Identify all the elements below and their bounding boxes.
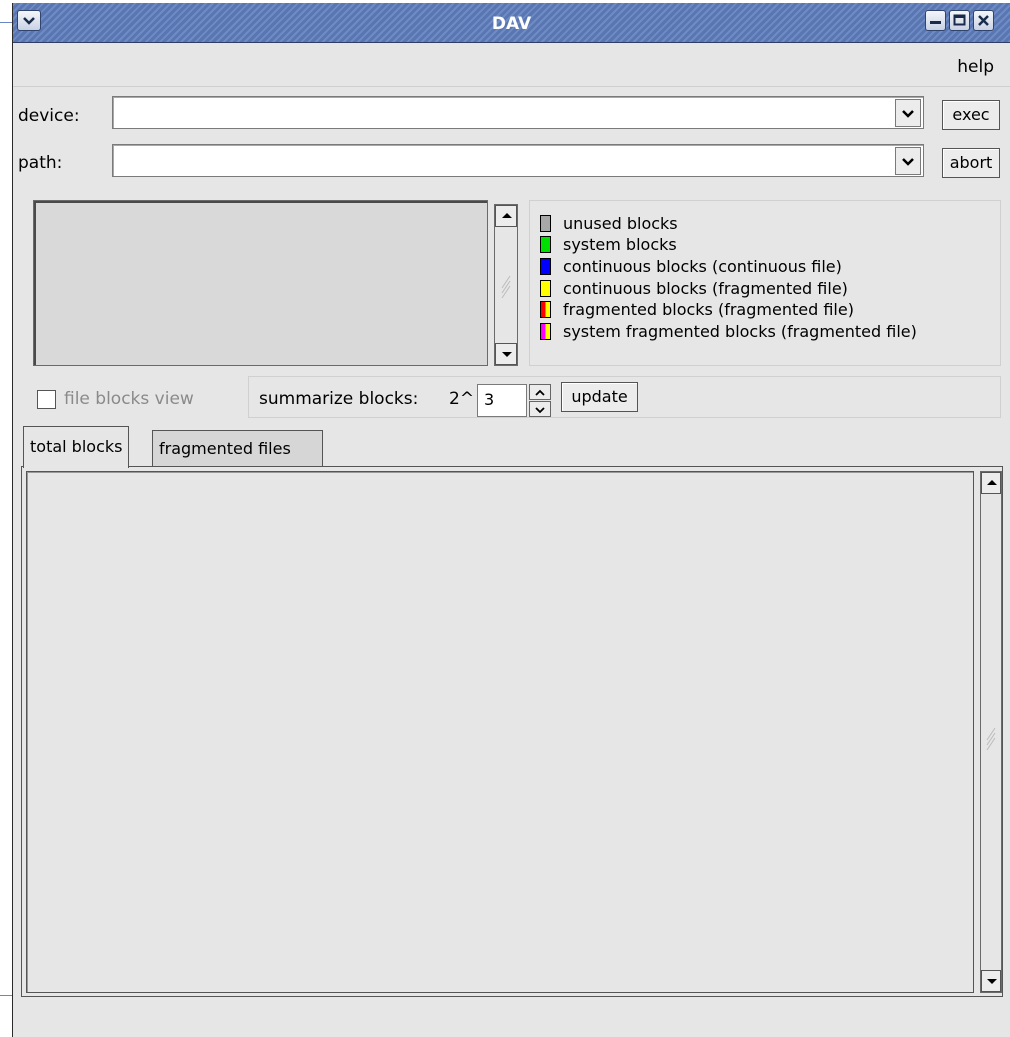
- minimize-button[interactable]: [925, 10, 946, 31]
- legend-label: unused blocks: [563, 214, 678, 233]
- desktop-line: [0, 22, 12, 23]
- scroll-grip-icon: [986, 727, 996, 751]
- legend-label: system fragmented blocks (fragmented fil…: [563, 322, 917, 341]
- file-blocks-view-checkbox[interactable]: [37, 390, 56, 409]
- device-dropdown-button[interactable]: [895, 99, 921, 127]
- legend-label: system blocks: [563, 235, 677, 254]
- device-label: device:: [18, 106, 80, 126]
- legend-item: continuous blocks (continuous file): [540, 257, 842, 278]
- scroll-up-button[interactable]: [981, 472, 1001, 494]
- arrow-down-icon: [535, 407, 545, 414]
- file-blocks-view-label[interactable]: file blocks view: [64, 389, 194, 409]
- spin-down-button[interactable]: [529, 401, 551, 417]
- file-list[interactable]: [33, 200, 488, 366]
- maximize-icon: [953, 14, 966, 26]
- title-bar[interactable]: DAV: [13, 3, 1010, 43]
- path-dropdown-button[interactable]: [895, 147, 921, 175]
- legend: unused blocks system blocks continuous b…: [529, 200, 1001, 366]
- file-list-scrollbar[interactable]: [494, 204, 518, 366]
- tab-fragmented-files[interactable]: fragmented files: [152, 430, 323, 468]
- maximize-button[interactable]: [949, 10, 970, 31]
- legend-label: fragmented blocks (fragmented file): [563, 300, 854, 319]
- minimize-icon: [930, 21, 941, 24]
- summarize-prefix: 2^: [449, 389, 475, 409]
- exec-button[interactable]: exec: [942, 100, 1000, 130]
- scroll-down-button[interactable]: [495, 343, 517, 365]
- spin-up-button[interactable]: [529, 384, 551, 400]
- legend-item: system fragmented blocks (fragmented fil…: [540, 322, 917, 343]
- blocks-scrollbar[interactable]: [980, 471, 1002, 993]
- close-button[interactable]: [973, 10, 994, 31]
- arrow-up-icon: [987, 480, 997, 485]
- chevron-down-icon: [902, 110, 914, 118]
- arrow-up-icon: [535, 389, 545, 396]
- scroll-grip-icon: [501, 275, 511, 299]
- legend-swatch: [540, 215, 551, 232]
- status-bar: [13, 1000, 1010, 1037]
- arrow-down-icon: [987, 979, 997, 984]
- legend-label: continuous blocks (fragmented file): [563, 279, 848, 298]
- menu-bar: help: [13, 44, 1010, 87]
- legend-swatch: [540, 236, 551, 253]
- blocks-canvas[interactable]: [26, 471, 974, 993]
- window-title: DAV: [491, 14, 532, 34]
- desktop-line: [0, 995, 12, 996]
- path-label: path:: [18, 153, 63, 173]
- main-window: DAV help device: exec path: abort unused…: [12, 3, 1010, 1037]
- legend-item: unused blocks: [540, 214, 678, 235]
- legend-swatch: [540, 301, 551, 318]
- legend-item: system blocks: [540, 235, 677, 256]
- update-button[interactable]: update: [561, 382, 638, 412]
- device-combo[interactable]: [112, 96, 924, 129]
- legend-swatch: [540, 323, 551, 340]
- scroll-up-button[interactable]: [495, 205, 517, 227]
- tab-total-blocks[interactable]: total blocks: [23, 426, 130, 468]
- scroll-down-button[interactable]: [981, 970, 1001, 992]
- legend-item: continuous blocks (fragmented file): [540, 279, 848, 300]
- tab-panel: [21, 466, 1003, 997]
- legend-label: continuous blocks (continuous file): [563, 257, 842, 276]
- summarize-label: summarize blocks:: [259, 389, 419, 409]
- arrow-up-icon: [502, 213, 512, 218]
- arrow-down-icon: [502, 352, 512, 357]
- abort-button[interactable]: abort: [942, 148, 1000, 178]
- legend-swatch: [540, 280, 551, 297]
- legend-item: fragmented blocks (fragmented file): [540, 300, 854, 321]
- chevron-down-icon: [902, 158, 914, 166]
- close-icon: [978, 15, 989, 26]
- legend-swatch: [540, 258, 551, 275]
- summarize-spin-input[interactable]: 3: [477, 384, 527, 417]
- path-combo[interactable]: [112, 144, 924, 177]
- help-menu[interactable]: help: [957, 57, 994, 77]
